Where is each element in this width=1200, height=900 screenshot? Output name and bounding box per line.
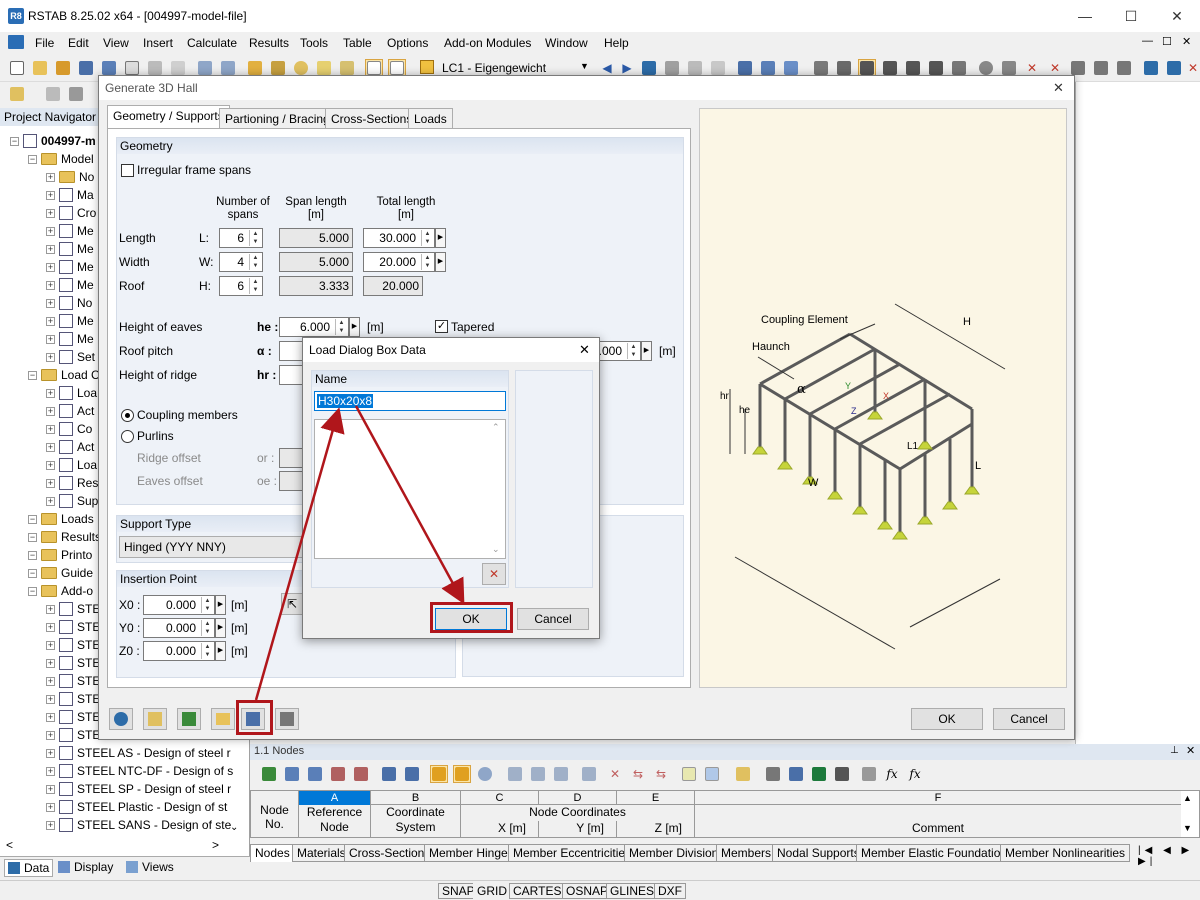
annotation-arrows	[254, 405, 465, 701]
